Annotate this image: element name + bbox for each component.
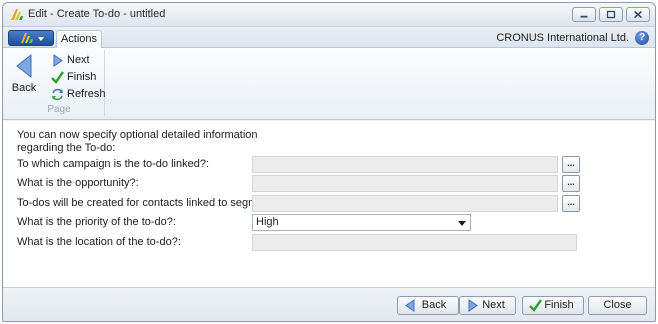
minimize-button[interactable]: [572, 7, 596, 22]
wizard-footer: Back Next Finish Close: [3, 287, 655, 321]
segment-label: To-dos will be created for contacts link…: [17, 197, 276, 209]
location-field-row: What is the location of the to-do?:: [17, 234, 643, 252]
ribbon-refresh-label: Refresh: [67, 88, 106, 100]
wizard-content: You can now specify optional detailed in…: [3, 121, 655, 287]
chevron-down-icon: [458, 221, 466, 226]
ribbon-group-label: Page: [47, 104, 71, 115]
maximize-button[interactable]: [599, 7, 623, 22]
location-input[interactable]: [252, 234, 577, 251]
priority-label: What is the priority of the to-do?:: [17, 216, 176, 228]
intro-text: You can now specify optional detailed in…: [17, 129, 258, 154]
opportunity-label: What is the opportunity?:: [17, 177, 139, 189]
minimize-icon: [580, 15, 588, 18]
campaign-field-row: To which campaign is the to-do linked?: …: [17, 156, 643, 174]
back-button[interactable]: Back: [397, 296, 459, 315]
campaign-input[interactable]: [252, 156, 558, 173]
segment-input[interactable]: [252, 195, 558, 212]
priority-field-row: What is the priority of the to-do?: High: [17, 214, 643, 232]
ribbon-next-label: Next: [67, 54, 90, 66]
green-check-icon: [51, 71, 64, 84]
ribbon: Back Next Finish Refresh Page: [3, 48, 655, 120]
campaign-label: To which campaign is the to-do linked?:: [17, 158, 209, 170]
priority-select[interactable]: High: [252, 214, 471, 231]
ribbon-group-page: Back Next Finish Refresh Page: [7, 50, 106, 116]
close-window-button[interactable]: [626, 7, 650, 22]
dynamics-nav-logo-icon: [21, 33, 44, 43]
title-bar: Edit - Create To-do - untitled: [3, 3, 655, 27]
close-button-label: Close: [603, 299, 632, 311]
ribbon-finish-label: Finish: [67, 71, 97, 83]
close-button[interactable]: Close: [588, 296, 647, 315]
next-button[interactable]: Next: [459, 296, 516, 315]
priority-value: High: [256, 216, 279, 228]
refresh-icon: [52, 88, 63, 101]
close-icon: [634, 10, 642, 19]
wizard-window: Edit - Create To-do - untitled Actions C…: [2, 2, 656, 322]
company-name: CRONUS International Ltd.: [496, 32, 629, 44]
back-button-label: Back: [421, 299, 447, 311]
help-icon[interactable]: ?: [635, 31, 649, 45]
finish-button-label: Finish: [544, 299, 574, 311]
back-arrow-icon: [16, 54, 32, 78]
campaign-lookup-button[interactable]: ...: [562, 156, 580, 173]
window-title: Edit - Create To-do - untitled: [28, 8, 166, 20]
dynamics-nav-logo-icon: [11, 9, 23, 20]
ribbon-back-label: Back: [11, 82, 37, 94]
opportunity-lookup-button[interactable]: ...: [562, 175, 580, 192]
segment-field-row: To-dos will be created for contacts link…: [17, 195, 643, 213]
tab-actions[interactable]: Actions: [56, 30, 102, 49]
finish-button[interactable]: Finish: [522, 296, 584, 315]
location-label: What is the location of the to-do?:: [17, 236, 181, 248]
opportunity-input[interactable]: [252, 175, 558, 192]
maximize-icon: [606, 10, 616, 19]
ribbon-tab-row: Actions CRONUS International Ltd. ?: [3, 28, 655, 49]
next-button-label: Next: [482, 299, 505, 311]
segment-lookup-button[interactable]: ...: [562, 195, 580, 212]
opportunity-field-row: What is the opportunity?: ...: [17, 175, 643, 193]
ribbon-back-button[interactable]: Back: [9, 52, 39, 102]
application-menu-button[interactable]: [8, 30, 54, 46]
next-arrow-icon: [53, 54, 63, 67]
